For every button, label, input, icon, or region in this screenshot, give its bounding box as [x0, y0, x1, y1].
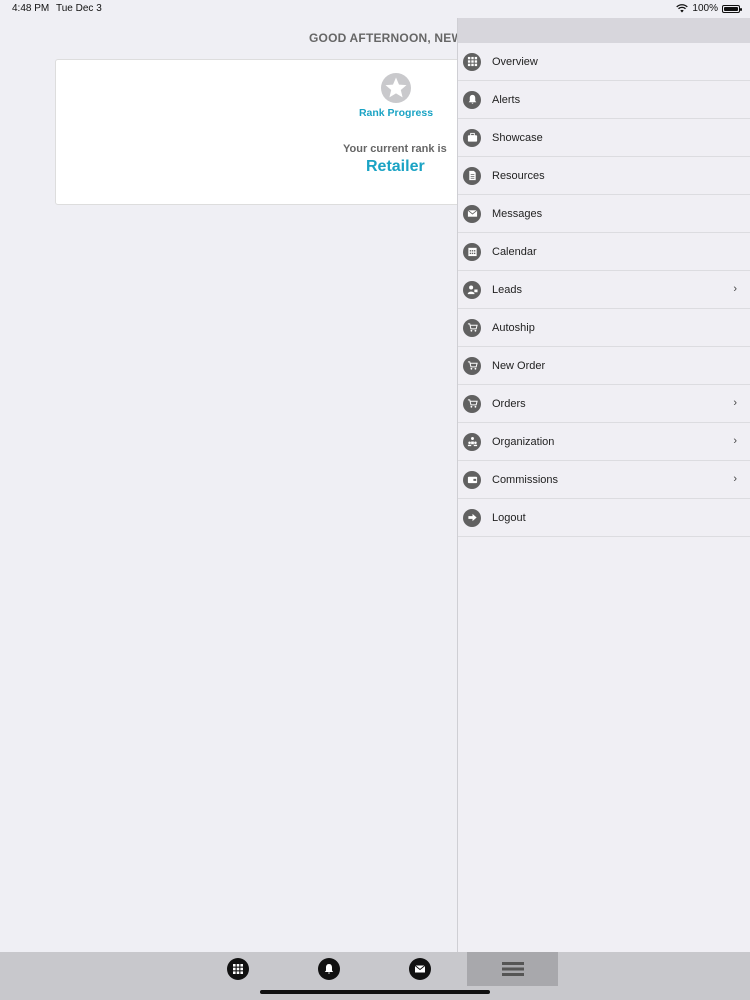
menu-item-messages[interactable]: Messages — [458, 195, 750, 233]
document-icon — [463, 166, 481, 185]
current-rank-label: Your current rank is — [343, 143, 447, 155]
menu-item-label: Messages — [492, 207, 543, 220]
bell-icon — [463, 90, 481, 109]
menu-item-label: Leads — [492, 283, 522, 296]
chevron-right-icon: › — [733, 283, 737, 295]
menu-item-showcase[interactable]: Showcase — [458, 119, 750, 157]
menu-item-label: New Order — [492, 359, 546, 372]
chevron-right-icon: › — [733, 397, 737, 409]
menu-item-logout[interactable]: Logout — [458, 499, 750, 537]
wallet-icon — [463, 470, 481, 489]
grid-icon — [227, 958, 249, 980]
greeting-title: GOOD AFTERNOON, NEW — [309, 31, 464, 45]
bell-icon — [318, 958, 340, 980]
envelope-icon — [463, 204, 481, 223]
menu-item-label: Showcase — [492, 131, 543, 144]
menu-item-new-order[interactable]: New Order — [458, 347, 750, 385]
cart-icon — [463, 318, 481, 337]
drawer-header — [458, 18, 750, 43]
briefcase-icon — [463, 128, 481, 147]
menu-item-resources[interactable]: Resources — [458, 157, 750, 195]
status-time: 4:48 PM — [12, 3, 50, 14]
tab-alerts[interactable] — [309, 952, 349, 986]
logout-icon — [463, 508, 481, 527]
menu-item-calendar[interactable]: Calendar — [458, 233, 750, 271]
menu-item-autoship[interactable]: Autoship — [458, 309, 750, 347]
tab-messages[interactable] — [400, 952, 440, 986]
hamburger-menu-icon — [501, 962, 524, 976]
wifi-icon — [676, 4, 689, 13]
status-right: 100% — [676, 3, 742, 14]
envelope-icon — [409, 958, 431, 980]
status-bar: 4:48 PM Tue Dec 3 100% — [0, 0, 750, 18]
status-date: Tue Dec 3 — [56, 3, 102, 14]
battery-percent: 100% — [692, 3, 718, 14]
battery-icon — [722, 4, 742, 13]
chevron-right-icon: › — [733, 435, 737, 447]
menu-item-label: Commissions — [492, 473, 559, 486]
menu-item-commissions[interactable]: Commissions › — [458, 461, 750, 499]
menu-item-alerts[interactable]: Alerts — [458, 81, 750, 119]
side-menu-drawer: Overview Alerts Showcase Resources Messa… — [457, 18, 750, 952]
cart-icon — [463, 394, 481, 413]
menu-item-label: Autoship — [492, 321, 535, 334]
tab-overview[interactable] — [218, 952, 258, 986]
menu-item-label: Resources — [492, 169, 545, 182]
menu-item-overview[interactable]: Overview — [458, 43, 750, 81]
organization-icon — [463, 432, 481, 451]
leads-icon — [463, 280, 481, 299]
menu-item-orders[interactable]: Orders › — [458, 385, 750, 423]
tab-menu[interactable] — [467, 952, 558, 986]
chevron-right-icon: › — [733, 473, 737, 485]
menu-item-label: Orders — [492, 397, 526, 410]
home-indicator — [260, 990, 490, 994]
menu-item-label: Logout — [492, 511, 526, 524]
menu-item-label: Alerts — [492, 93, 521, 106]
menu-item-leads[interactable]: Leads › — [458, 271, 750, 309]
menu-item-label: Overview — [492, 55, 538, 68]
rank-card[interactable]: Rank Progress Your current rank is Retai… — [55, 59, 475, 205]
menu-item-organization[interactable]: Organization › — [458, 423, 750, 461]
menu-item-label: Calendar — [492, 245, 537, 258]
star-icon — [380, 72, 412, 104]
menu-item-label: Organization — [492, 435, 555, 448]
cart-icon — [463, 356, 481, 375]
calendar-icon — [463, 242, 481, 261]
grid-icon — [463, 52, 481, 71]
current-rank-value: Retailer — [366, 158, 425, 175]
